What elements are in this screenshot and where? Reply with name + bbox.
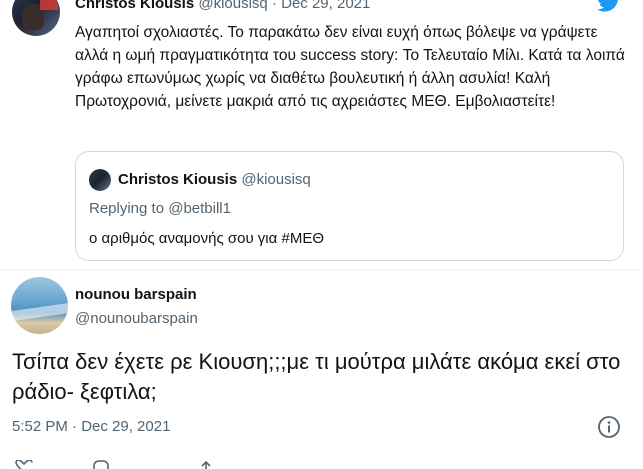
share-icon[interactable] xyxy=(196,460,216,469)
quote-author-name: Christos Kiousis xyxy=(118,171,238,188)
info-icon[interactable] xyxy=(597,415,621,439)
tweet-page: Christos Kiousis @kiousisq · Dec 29, 202… xyxy=(0,0,643,469)
quote-avatar xyxy=(89,169,111,191)
parent-avatar[interactable] xyxy=(12,0,60,36)
parent-author-name[interactable]: Christos Kiousis xyxy=(75,0,194,12)
replying-mention: @betbill1 xyxy=(168,200,231,217)
replying-prefix: Replying to xyxy=(89,200,165,217)
main-tweet-text: Τσίπα δεν έχετε ρε Κιουση;;;με τι μούτρα… xyxy=(12,349,621,404)
header-separator: · xyxy=(271,0,277,12)
quote-text: ο αριθμός αναμονής σου για #ΜΕΘ xyxy=(89,230,324,247)
quoted-tweet-card[interactable]: Christos Kiousis @kiousisq Replying to @… xyxy=(75,151,624,261)
reply-icon[interactable] xyxy=(91,460,111,469)
main-avatar[interactable] xyxy=(11,277,68,334)
parent-tweet-text: Αγαπητοί σχολιαστές. Το παρακάτω δεν είν… xyxy=(75,24,625,110)
parent-tweet-date[interactable]: Dec 29, 2021 xyxy=(281,0,370,12)
main-author-name[interactable]: nounou barspain xyxy=(75,285,197,305)
quote-replying-to: Replying to @betbill1 xyxy=(89,199,231,219)
quote-header: Christos Kiousis @kiousisq xyxy=(118,170,311,190)
main-author-handle[interactable]: @nounoubarspain xyxy=(75,309,198,329)
parent-author-handle[interactable]: @kiousisq xyxy=(198,0,267,12)
divider xyxy=(0,269,643,270)
twitter-bird-icon[interactable] xyxy=(597,0,621,12)
action-bar xyxy=(0,460,643,469)
quote-author-handle: @kiousisq xyxy=(241,171,311,188)
main-tweet-timestamp[interactable]: 5:52 PM · Dec 29, 2021 xyxy=(12,417,170,437)
parent-tweet-header: Christos Kiousis @kiousisq · Dec 29, 202… xyxy=(75,0,370,14)
like-icon[interactable] xyxy=(14,460,34,469)
